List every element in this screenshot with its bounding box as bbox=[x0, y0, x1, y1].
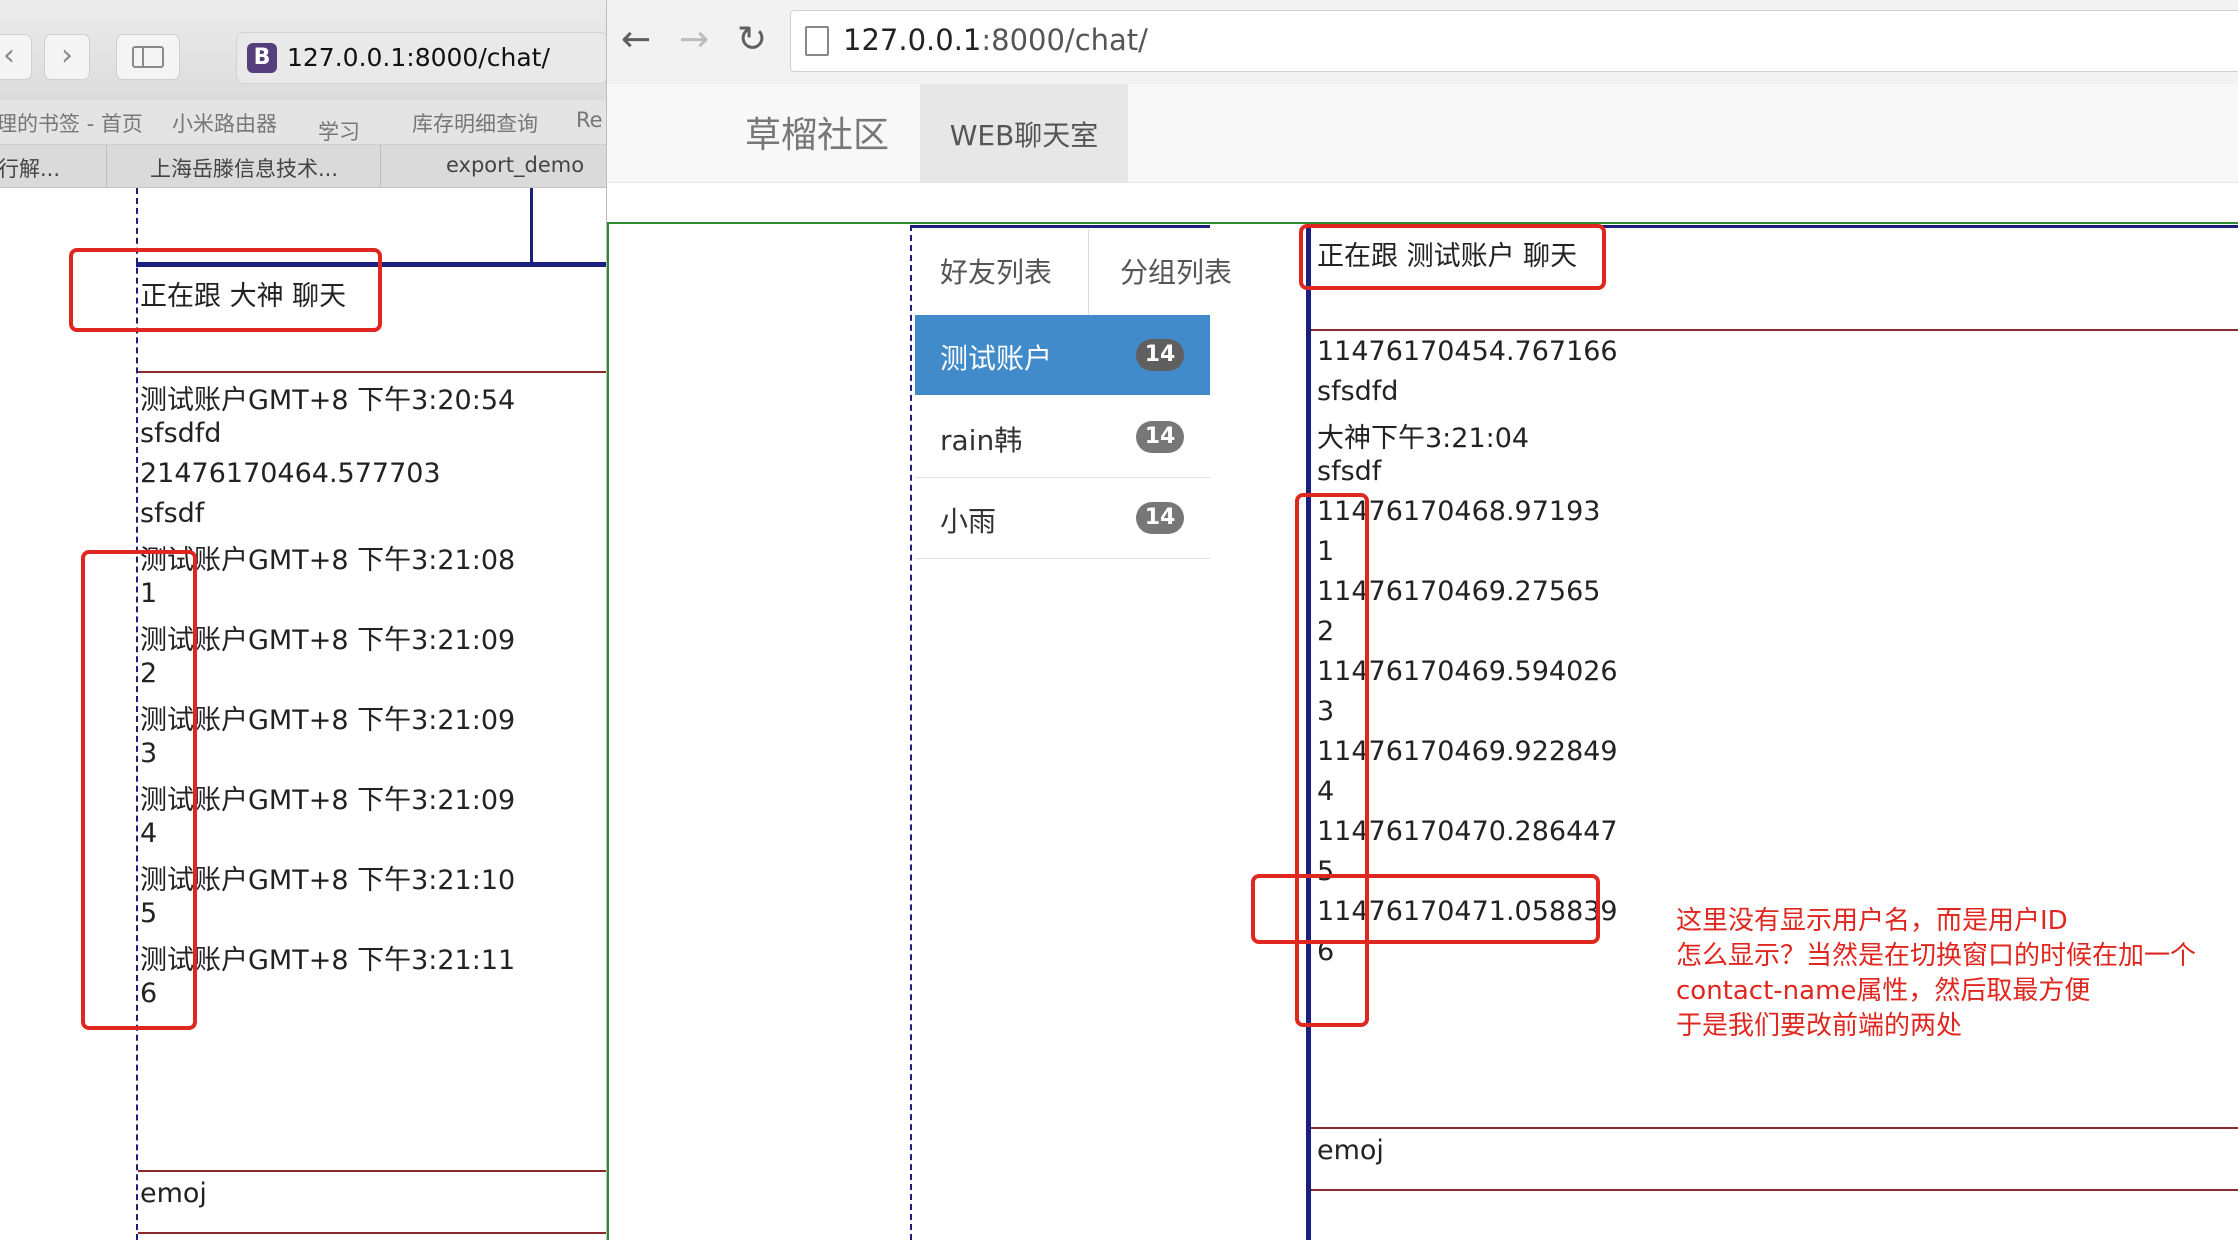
divider bbox=[1311, 1189, 2238, 1191]
tab-divider bbox=[1088, 229, 1089, 315]
divider bbox=[138, 1170, 606, 1172]
message-line: 测试账户GMT+8 下午3:20:54 bbox=[140, 385, 516, 416]
friend-name: 测试账户 bbox=[940, 342, 1053, 375]
nav-item-chat[interactable]: WEB聊天室 bbox=[920, 84, 1128, 182]
reload-button[interactable]: ↻ bbox=[737, 20, 767, 60]
chrome-toolbar: ← → ↻ 127.0.0.1:8000/chat/ bbox=[607, 0, 2238, 85]
arrow-left-icon: ← bbox=[621, 19, 652, 60]
annotation-line: 怎么显示？当然是在切换窗口的时候在加一个 bbox=[1676, 941, 2197, 971]
bookmark-item[interactable]: 库存明细查询 bbox=[412, 108, 538, 138]
panel-border bbox=[910, 225, 1210, 228]
back-button[interactable]: ‹ bbox=[0, 34, 32, 80]
tab-bar: 行解... 上海岳滕信息技术... export_demo bbox=[0, 145, 606, 188]
divider bbox=[138, 1232, 606, 1234]
message-line: sfsdfd bbox=[1317, 376, 1399, 407]
page-icon bbox=[805, 26, 829, 56]
tab-item[interactable]: 行解... bbox=[0, 153, 60, 183]
highlight-box bbox=[1299, 224, 1606, 290]
tab-friends-list[interactable]: 好友列表 bbox=[940, 251, 1052, 291]
tab-item[interactable]: 上海岳滕信息技术... bbox=[150, 153, 338, 183]
message-line: 11476170454.767166 bbox=[1317, 336, 1618, 367]
bookmark-item[interactable]: 小米路由器 bbox=[172, 108, 277, 138]
address-text: 127.0.0.1:8000/chat/ bbox=[843, 23, 1148, 57]
arrow-right-icon: → bbox=[679, 19, 710, 60]
site-brand[interactable]: 草榴社区 bbox=[745, 106, 889, 158]
highlight-box bbox=[1251, 874, 1600, 944]
chevron-left-icon: ‹ bbox=[3, 38, 15, 73]
unread-badge: 14 bbox=[1136, 502, 1184, 534]
message-line: sfsdf bbox=[1317, 456, 1382, 487]
friend-name: 小雨 bbox=[940, 505, 997, 538]
box-border bbox=[530, 188, 533, 266]
tab-group-list[interactable]: 分组列表 bbox=[1120, 251, 1232, 291]
site-navbar: 草榴社区 WEB聊天室 bbox=[607, 84, 2238, 183]
unread-badge: 14 bbox=[1136, 421, 1184, 453]
divider bbox=[138, 371, 606, 373]
annotation-line: contact-name属性，然后取最方便 bbox=[1676, 976, 2091, 1006]
message-input[interactable]: emoj bbox=[1317, 1135, 1384, 1166]
sidebar-toggle-button[interactable] bbox=[116, 34, 180, 80]
reload-icon: ↻ bbox=[737, 19, 768, 60]
message-line: 大神下午3:21:04 bbox=[1317, 423, 1530, 454]
nav-item-label: WEB聊天室 bbox=[949, 119, 1099, 152]
bootstrap-favicon-icon: B bbox=[247, 43, 277, 73]
forward-button[interactable]: › bbox=[44, 34, 90, 80]
bookmark-item[interactable]: 理的书签 - 首页 bbox=[0, 108, 143, 138]
safari-window: ‹ › B 127.0.0.1:8000/chat/ 理的书签 - 首页 小米路… bbox=[0, 0, 606, 1240]
chrome-window: ← → ↻ 127.0.0.1:8000/chat/ 草榴社区 WEB聊天室 好… bbox=[606, 0, 2238, 1240]
friend-item[interactable]: rain韩 14 bbox=[915, 397, 1210, 478]
address-bar[interactable]: 127.0.0.1:8000/chat/ bbox=[790, 10, 2238, 72]
safari-toolbar: ‹ › B 127.0.0.1:8000/chat/ bbox=[0, 0, 606, 101]
chevron-right-icon: › bbox=[61, 38, 73, 73]
message-line: sfsdfd bbox=[140, 418, 222, 449]
friend-item[interactable]: 小雨 14 bbox=[915, 478, 1210, 559]
highlight-box bbox=[1295, 493, 1369, 1027]
message-input[interactable]: emoj bbox=[140, 1178, 207, 1209]
message-line: 21476170464.577703 bbox=[140, 458, 441, 489]
bookmarks-bar: 理的书签 - 首页 小米路由器 学习 ⌄ 库存明细查询 Re bbox=[0, 100, 606, 145]
highlight-box bbox=[69, 248, 382, 332]
address-text: 127.0.0.1:8000/chat/ bbox=[287, 43, 550, 72]
tab-item[interactable]: export_demo bbox=[446, 153, 584, 177]
friends-panel: 好友列表 分组列表 测试账户 14 rain韩 14 小雨 14 bbox=[910, 225, 1232, 1240]
divider bbox=[1311, 329, 2238, 331]
address-bar[interactable]: B 127.0.0.1:8000/chat/ bbox=[236, 32, 606, 84]
forward-button[interactable]: → bbox=[679, 20, 709, 60]
bookmark-item[interactable]: Re bbox=[576, 108, 603, 132]
panel-border bbox=[910, 225, 914, 1240]
container-border bbox=[607, 222, 609, 1240]
annotation-line: 于是我们要改前端的两处 bbox=[1676, 1011, 1963, 1041]
divider bbox=[1311, 1127, 2238, 1129]
unread-badge: 14 bbox=[1136, 339, 1184, 371]
chevron-down-icon: ⌄ bbox=[318, 116, 332, 135]
sidebar-icon bbox=[132, 45, 164, 68]
friend-item-active[interactable]: 测试账户 14 bbox=[915, 315, 1210, 395]
friend-name: rain韩 bbox=[940, 424, 1023, 457]
annotation-line: 这里没有显示用户名，而是用户ID bbox=[1676, 906, 2068, 936]
message-line: sfsdf bbox=[140, 498, 205, 529]
back-button[interactable]: ← bbox=[621, 20, 651, 60]
highlight-box bbox=[81, 550, 197, 1030]
